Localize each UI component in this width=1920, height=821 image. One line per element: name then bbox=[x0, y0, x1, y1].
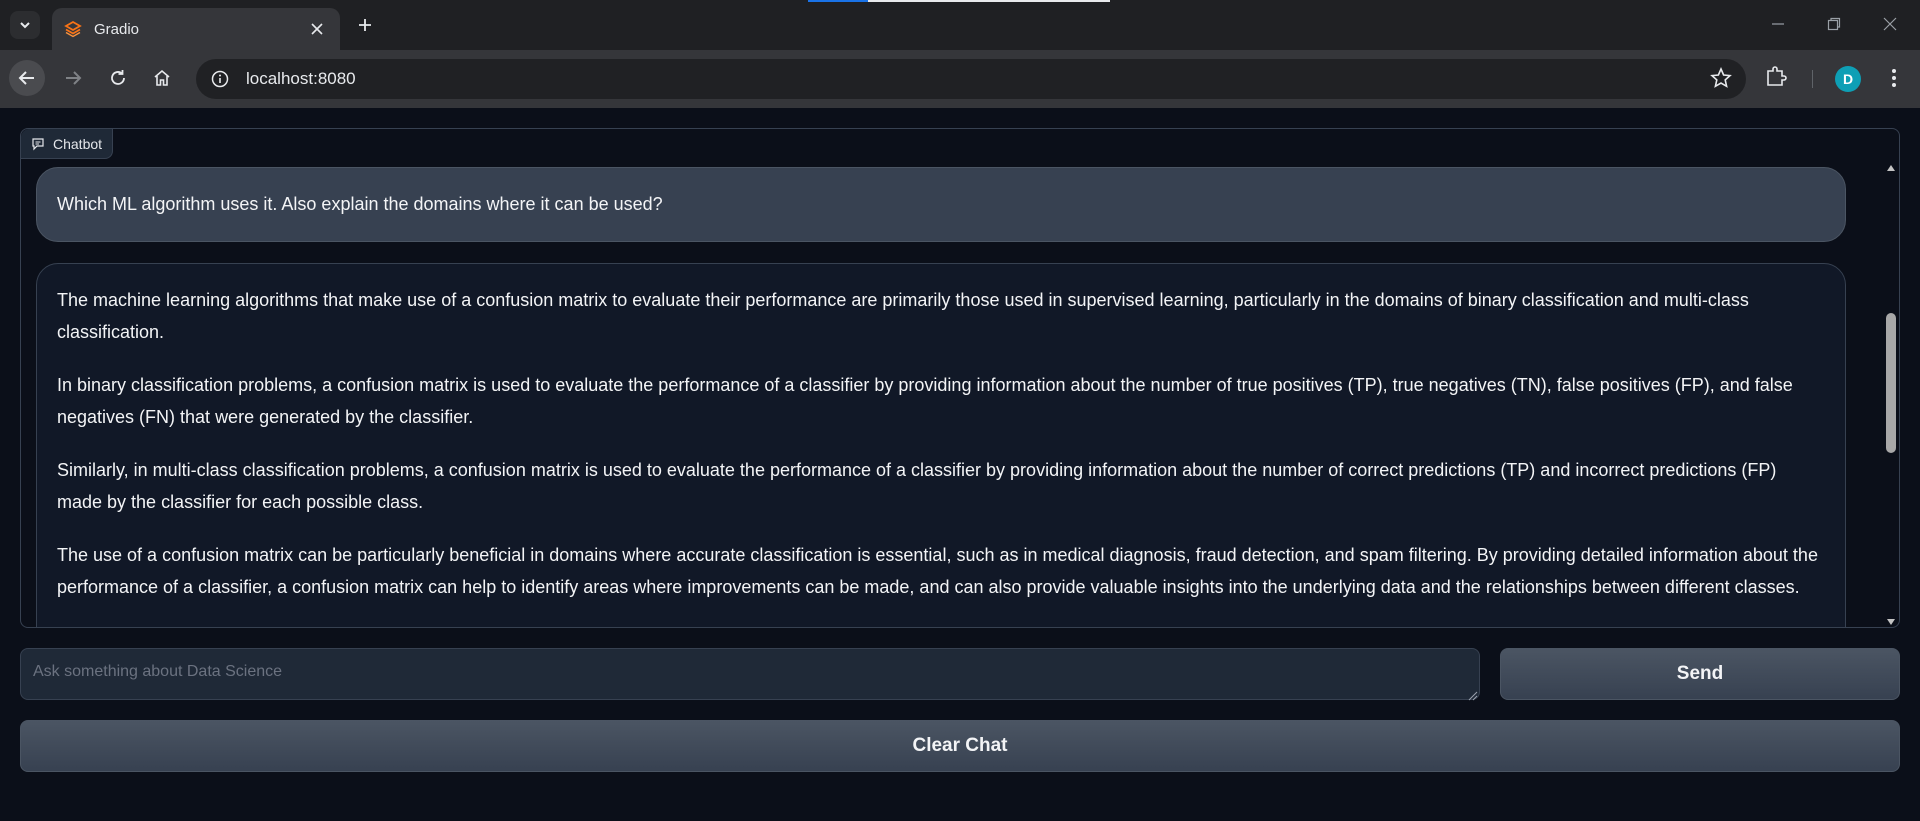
restore-icon bbox=[1827, 17, 1841, 31]
site-info-button[interactable] bbox=[208, 67, 232, 91]
restore-window-button[interactable] bbox=[1812, 8, 1856, 40]
close-tab-button[interactable] bbox=[306, 18, 328, 40]
bot-message-paragraph: Similarly, in multi-class classification… bbox=[57, 460, 1777, 512]
back-button[interactable] bbox=[9, 60, 45, 96]
tab-strip-indicator-light bbox=[868, 0, 1110, 2]
bookmark-button[interactable] bbox=[1710, 66, 1732, 94]
bot-message-paragraph: The machine learning algorithms that mak… bbox=[57, 290, 1749, 342]
tab-title: Gradio bbox=[94, 20, 140, 38]
toolbar-separator bbox=[1812, 70, 1813, 88]
chatbot-panel: Chatbot Which ML algorithm uses it. Also… bbox=[20, 128, 1900, 628]
chatbot-label: Chatbot bbox=[21, 129, 114, 159]
arrow-left-icon bbox=[18, 71, 34, 85]
star-icon bbox=[1710, 66, 1732, 88]
scroll-down-arrow[interactable] bbox=[1886, 617, 1896, 627]
bot-message-paragraph: The use of a confusion matrix can be par… bbox=[57, 545, 1818, 597]
tab-strip-indicator bbox=[808, 0, 868, 2]
chevron-down-icon bbox=[20, 22, 30, 29]
triangle-up-icon bbox=[1887, 165, 1895, 171]
browser-tab-gradio[interactable]: Gradio bbox=[52, 8, 340, 50]
send-button[interactable]: Send bbox=[1500, 648, 1900, 700]
reload-icon bbox=[111, 70, 125, 85]
kebab-menu-icon bbox=[1892, 69, 1896, 87]
browser-toolbar: localhost:8080 D bbox=[0, 50, 1920, 108]
extensions-button[interactable] bbox=[1764, 64, 1788, 93]
bot-message: The machine learning algorithms that mak… bbox=[36, 263, 1846, 627]
close-icon bbox=[1883, 17, 1897, 31]
puzzle-icon bbox=[1767, 66, 1787, 86]
message-list: Which ML algorithm uses it. Also explain… bbox=[21, 129, 1899, 627]
chat-bubble-icon bbox=[32, 137, 44, 150]
scroll-up-arrow[interactable] bbox=[1886, 163, 1896, 173]
user-message-text: Which ML algorithm uses it. Also explain… bbox=[57, 194, 663, 214]
info-icon bbox=[211, 70, 229, 88]
url-text[interactable]: localhost:8080 bbox=[246, 69, 356, 89]
chatbot-label-text: Chatbot bbox=[53, 135, 103, 152]
minimize-window-button[interactable] bbox=[1756, 8, 1800, 40]
reload-button[interactable] bbox=[100, 60, 136, 96]
user-message: Which ML algorithm uses it. Also explain… bbox=[36, 167, 1846, 242]
plus-icon bbox=[359, 19, 371, 31]
minimize-icon bbox=[1772, 23, 1784, 25]
clear-chat-button[interactable]: Clear Chat bbox=[20, 720, 1900, 772]
profile-avatar[interactable]: D bbox=[1835, 66, 1861, 92]
resize-grip-icon[interactable] bbox=[1468, 688, 1478, 706]
close-icon bbox=[311, 23, 323, 35]
close-window-button[interactable] bbox=[1868, 8, 1912, 40]
address-bar[interactable]: localhost:8080 bbox=[196, 59, 1746, 99]
input-row: Send bbox=[20, 648, 1900, 701]
chat-scrollbar[interactable] bbox=[1883, 163, 1899, 627]
new-tab-button[interactable] bbox=[352, 12, 378, 38]
tab-search-button[interactable] bbox=[10, 11, 40, 39]
home-button[interactable] bbox=[144, 60, 180, 96]
browser-menu-button[interactable] bbox=[1882, 66, 1906, 95]
gradio-logo-icon bbox=[64, 20, 82, 38]
question-input[interactable] bbox=[20, 648, 1480, 700]
arrow-right-icon bbox=[66, 71, 82, 85]
browser-tab-strip: Gradio bbox=[0, 0, 1920, 50]
scrollbar-thumb[interactable] bbox=[1886, 313, 1896, 453]
bot-message-paragraph: In binary classification problems, a con… bbox=[57, 375, 1793, 427]
triangle-down-icon bbox=[1887, 619, 1895, 625]
forward-button[interactable] bbox=[55, 60, 91, 96]
home-icon bbox=[154, 69, 170, 86]
